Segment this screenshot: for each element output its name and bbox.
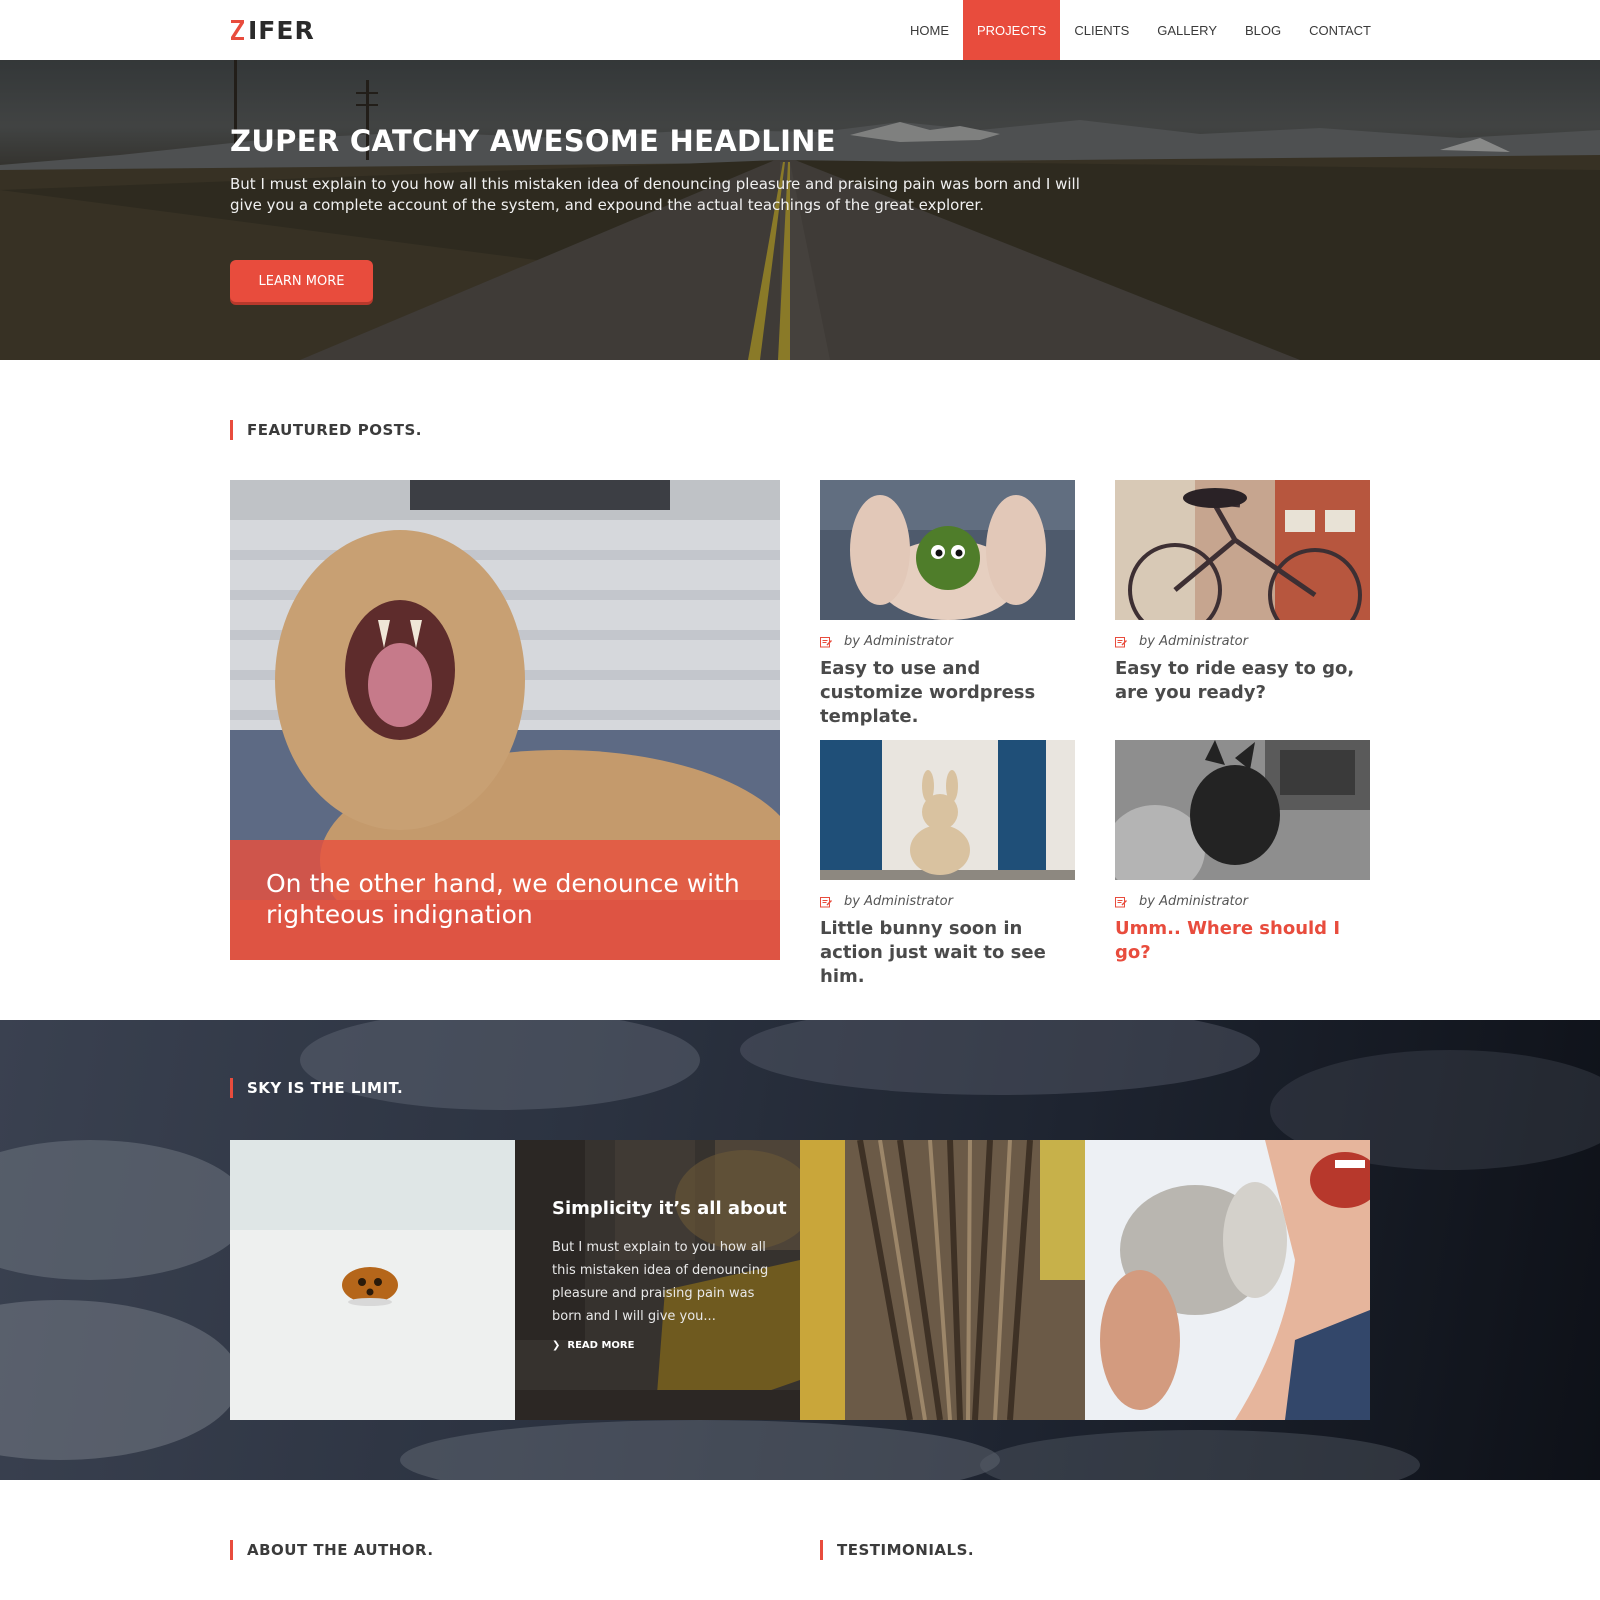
post-card[interactable]: by Administrator Little bunny soon in ac…	[820, 740, 1075, 989]
featured-heading-text: FEAUTURED POSTS.	[247, 421, 422, 439]
gallery-tile-featured[interactable]: Simplicity it’s all about But I must exp…	[515, 1140, 800, 1420]
post-card[interactable]: by Administrator Easy to use and customi…	[820, 480, 1075, 729]
bunny-toy-image	[820, 740, 1075, 880]
heading-accent-bar	[820, 1540, 823, 1560]
testimonials-heading-text: TESTIMONIALS.	[837, 1541, 975, 1559]
post-meta: by Administrator	[1115, 894, 1370, 909]
post-author: by Administrator	[844, 894, 953, 909]
nav-item-gallery[interactable]: GALLERY	[1143, 0, 1231, 60]
gallery-tile[interactable]	[1085, 1140, 1370, 1420]
post-meta: by Administrator	[1115, 634, 1370, 649]
logo-text: IFER	[248, 15, 315, 45]
gallery-tile[interactable]	[230, 1140, 515, 1420]
learn-more-button[interactable]: LEARN MORE	[230, 260, 373, 302]
heading-accent-bar	[230, 420, 233, 440]
heading-accent-bar	[230, 1078, 233, 1098]
sky-heading-text: SKY IS THE LIMIT.	[247, 1079, 404, 1097]
about-heading-text: ABOUT THE AUTHOR.	[247, 1541, 434, 1559]
ladybug-image	[230, 1140, 515, 1420]
nav-item-contact[interactable]: CONTACT	[1295, 0, 1385, 60]
heading-accent-bar	[230, 1540, 233, 1560]
post-title[interactable]: Umm.. Where should I go?	[1115, 917, 1370, 965]
post-title[interactable]: Little bunny soon in action just wait to…	[820, 917, 1075, 989]
post-card[interactable]: by Administrator Easy to ride easy to go…	[1115, 480, 1370, 705]
edit-post-icon	[820, 896, 832, 907]
main-nav: HOME PROJECTS CLIENTS GALLERY BLOG CONTA…	[896, 0, 1385, 60]
featured-heading: FEAUTURED POSTS.	[230, 420, 422, 440]
post-meta: by Administrator	[820, 894, 1075, 909]
gallery-tile[interactable]	[800, 1140, 1085, 1420]
post-author: by Administrator	[1139, 634, 1248, 649]
hero-banner: ZUPER CATCHY AWESOME HEADLINE But I must…	[0, 60, 1600, 360]
sky-heading: SKY IS THE LIMIT.	[230, 1078, 403, 1098]
sky-section: SKY IS THE LIMIT. Simplicity it’s all ab…	[0, 1020, 1600, 1480]
featured-main-post[interactable]: On the other hand, we denounce with righ…	[230, 480, 780, 960]
about-heading: ABOUT THE AUTHOR.	[230, 1540, 434, 1560]
logo-z-mark-icon	[231, 20, 244, 40]
testimonials-heading: TESTIMONIALS.	[820, 1540, 974, 1560]
tin-can-phone-image	[1085, 1140, 1370, 1420]
bulldog-image	[1115, 740, 1370, 880]
hero-text: But I must explain to you how all this m…	[230, 175, 1080, 214]
site-header: IFER HOME PROJECTS CLIENTS GALLERY BLOG …	[0, 0, 1600, 60]
edit-post-icon	[1115, 896, 1127, 907]
post-meta: by Administrator	[820, 634, 1075, 649]
post-title[interactable]: Easy to ride easy to go, are you ready?	[1115, 657, 1370, 705]
moss-ball-hands-image	[820, 480, 1075, 620]
post-title[interactable]: Easy to use and customize wordpress temp…	[820, 657, 1075, 729]
tile-text: But I must explain to you how all this m…	[552, 1240, 769, 1324]
hero-title: ZUPER CATCHY AWESOME HEADLINE	[230, 124, 836, 158]
edit-post-icon	[1115, 636, 1127, 647]
site-logo[interactable]: IFER	[230, 14, 315, 46]
nav-item-projects[interactable]: PROJECTS	[963, 0, 1061, 60]
edit-post-icon	[820, 636, 832, 647]
nav-item-home[interactable]: HOME	[896, 0, 963, 60]
nav-item-clients[interactable]: CLIENTS	[1060, 0, 1143, 60]
post-author: by Administrator	[844, 634, 953, 649]
bicycle-image	[1115, 480, 1370, 620]
tree-bark-image	[800, 1140, 1085, 1420]
read-more-link[interactable]: ❯ READ MORE	[552, 1340, 634, 1351]
post-card[interactable]: by Administrator Umm.. Where should I go…	[1115, 740, 1370, 965]
featured-main-caption: On the other hand, we denounce with righ…	[230, 840, 780, 960]
read-more-label: READ MORE	[567, 1340, 635, 1351]
chevron-right-icon: ❯	[552, 1340, 561, 1351]
tile-title: Simplicity it’s all about	[552, 1198, 787, 1219]
nav-item-blog[interactable]: BLOG	[1231, 0, 1295, 60]
post-author: by Administrator	[1139, 894, 1248, 909]
